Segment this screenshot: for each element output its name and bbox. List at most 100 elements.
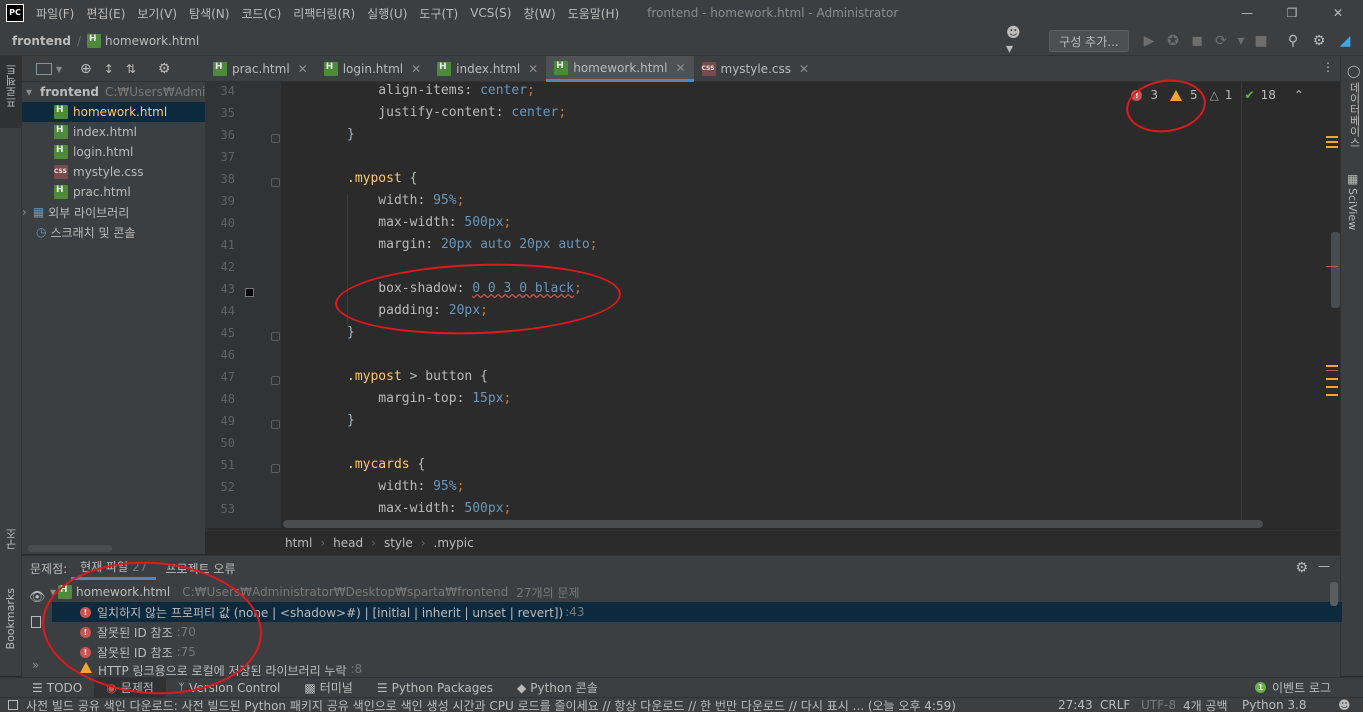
project-view-icon[interactable]: [36, 62, 52, 75]
profile-icon[interactable]: ⟳: [1212, 32, 1230, 50]
crumb-style[interactable]: style: [384, 536, 413, 550]
menu-view[interactable]: 보기(V): [131, 5, 183, 22]
code-line[interactable]: align-items: center;: [347, 83, 535, 98]
user-icon[interactable]: ☻▾: [1006, 25, 1024, 57]
tool-todo[interactable]: ☰ TODO: [20, 678, 94, 698]
view-dropdown-icon[interactable]: ▾: [56, 62, 62, 76]
menu-code[interactable]: 코드(C): [235, 5, 287, 22]
structure-tool-label[interactable]: 구조: [4, 528, 20, 550]
code-line[interactable]: .mycards {: [347, 457, 425, 472]
tab-index[interactable]: index.html ✕: [429, 56, 546, 82]
collapse-all-icon[interactable]: ⇅: [126, 62, 136, 76]
close-tab-icon[interactable]: ✕: [528, 62, 538, 76]
code-line[interactable]: padding: 20px;: [347, 303, 488, 318]
nav-file[interactable]: homework.html: [105, 34, 199, 48]
caret-position[interactable]: 27:43: [1058, 698, 1093, 712]
problem-row[interactable]: ! 일치하지 않는 프로퍼티 값 (none | <shadow>#) | [i…: [52, 602, 1342, 622]
code-line[interactable]: width: 95%;: [347, 479, 464, 494]
warning-mark[interactable]: [1326, 146, 1338, 148]
fold-marker-icon[interactable]: [271, 178, 280, 187]
problems-gear-icon[interactable]: ⚙: [1295, 560, 1308, 576]
tool-problems[interactable]: ◉ 문제점: [94, 677, 166, 698]
close-tab-icon[interactable]: ✕: [675, 61, 685, 75]
editor-vscrollbar[interactable]: [1331, 232, 1340, 308]
code-editor[interactable]: 34 35 36 37 38 39 40 41 42 43 44 45 46 47 48 49 50 51 52 53…: [205, 82, 1340, 528]
locate-icon[interactable]: ⊕: [80, 61, 92, 77]
crumb-html[interactable]: html: [285, 536, 312, 550]
tree-file-login[interactable]: login.html: [54, 142, 133, 162]
problem-row[interactable]: ! 잘못된 ID 참조 :75: [52, 642, 1342, 662]
tree-file-index[interactable]: index.html: [54, 122, 137, 142]
tab-login[interactable]: login.html ✕: [316, 56, 429, 82]
tree-scratches[interactable]: ◷ 스크래치 및 콘솔: [36, 222, 135, 242]
warning-mark[interactable]: [1326, 141, 1338, 143]
tabs-menu-icon[interactable]: ⋮: [1322, 60, 1334, 74]
fold-marker-icon[interactable]: [271, 134, 280, 143]
run-icon[interactable]: ▶: [1140, 32, 1158, 50]
tree-root[interactable]: ▾ frontend C:₩Users₩Admin: [26, 82, 213, 102]
inspection-widget[interactable]: ! 3 5 △ 1 ✔ 18 ⌃ ⌄: [1131, 88, 1330, 102]
menu-file[interactable]: 파일(F): [30, 5, 80, 22]
warning-mark[interactable]: [1326, 386, 1338, 388]
bookmarks-tool-label[interactable]: Bookmarks: [4, 588, 17, 649]
code-line[interactable]: width: 95%;: [347, 193, 464, 208]
tool-version-control[interactable]: ᛉ Version Control: [166, 678, 293, 698]
problem-row[interactable]: HTTP 링크용으로 로컬에 저장된 라이브러리 누락 :8: [52, 662, 1342, 676]
preview-icon[interactable]: [31, 616, 41, 628]
tab-homework[interactable]: homework.html ✕: [546, 56, 694, 82]
tool-python-console[interactable]: ◆ Python 콘솔: [505, 678, 610, 698]
coverage-icon[interactable]: ◼: [1188, 32, 1206, 50]
tree-file-homework[interactable]: homework.html: [22, 102, 205, 122]
project-gear-icon[interactable]: ⚙: [158, 61, 171, 77]
menu-navigate[interactable]: 탐색(N): [183, 5, 235, 22]
code-line[interactable]: .mypost {: [347, 171, 417, 186]
database-icon[interactable]: ◯: [1347, 64, 1360, 78]
menu-help[interactable]: 도움말(H): [562, 5, 626, 22]
minimize-icon[interactable]: —: [1225, 0, 1269, 26]
jetbrains-icon[interactable]: ◢: [1336, 32, 1354, 50]
tree-file-prac[interactable]: prac.html: [54, 182, 131, 202]
tree-file-mystyle[interactable]: mystyle.css: [54, 162, 143, 182]
problems-file-row[interactable]: ▾ homework.html C:₩Users₩Administrator₩D…: [50, 582, 1340, 602]
tab-mystyle[interactable]: mystyle.css ✕: [694, 56, 818, 82]
tool-event-log[interactable]: 1 이벤트 로그: [1243, 678, 1343, 698]
code-line[interactable]: .mypost > button {: [347, 369, 488, 384]
tab-current-file[interactable]: 현재 파일 27: [71, 556, 157, 580]
problems-scrollbar[interactable]: [1330, 582, 1338, 606]
tool-terminal[interactable]: ▩ 터미널: [292, 678, 364, 698]
code-line[interactable]: max-width: 500px;: [347, 215, 511, 230]
collapse-chevron-icon[interactable]: ›: [22, 205, 27, 219]
code-line[interactable]: box-shadow: 0 0 3 0 black;: [347, 281, 582, 296]
close-tab-icon[interactable]: ✕: [298, 62, 308, 76]
dropdown-icon[interactable]: ▾: [1232, 32, 1250, 50]
close-tab-icon[interactable]: ✕: [799, 62, 809, 76]
python-interpreter[interactable]: Python 3.8: [1242, 698, 1307, 712]
error-mark[interactable]: [1326, 266, 1338, 267]
error-stripe[interactable]: [1322, 82, 1340, 528]
more-icon[interactable]: »: [32, 658, 39, 672]
code-line[interactable]: margin-top: 15px;: [347, 391, 511, 406]
fold-marker-icon[interactable]: [271, 420, 280, 429]
editor-hscrollbar[interactable]: [283, 520, 1263, 528]
error-mark[interactable]: [1326, 370, 1338, 371]
nav-project[interactable]: frontend: [12, 34, 71, 48]
project-hscrollbar[interactable]: [28, 545, 112, 552]
crumb-mypic[interactable]: .mypic: [434, 536, 474, 550]
menu-run[interactable]: 실행(U): [361, 5, 413, 22]
hide-panel-icon[interactable]: —: [1318, 559, 1330, 573]
tool-python-packages[interactable]: ☰ Python Packages: [365, 678, 505, 698]
expand-chevron-icon[interactable]: ▾: [50, 585, 56, 599]
toggle-tool-windows-icon[interactable]: [8, 700, 18, 710]
stop-icon[interactable]: ■: [1252, 32, 1270, 50]
menu-refactor[interactable]: 리팩터링(R): [287, 5, 361, 22]
database-tool-label[interactable]: 데이터베이스: [1346, 82, 1362, 148]
tab-project-errors[interactable]: 프로젝트 오류: [156, 556, 244, 580]
code-line[interactable]: justify-content: center;: [347, 105, 566, 120]
prev-problem-icon[interactable]: ⌃: [1294, 88, 1304, 102]
gear-icon[interactable]: ⚙: [1310, 32, 1328, 50]
problem-row[interactable]: ! 잘못된 ID 참조 :70: [52, 622, 1342, 642]
menu-window[interactable]: 창(W): [517, 5, 561, 22]
file-encoding[interactable]: UTF-8: [1141, 698, 1176, 712]
code-line[interactable]: max-width: 500px;: [347, 501, 511, 516]
crumb-head[interactable]: head: [333, 536, 363, 550]
